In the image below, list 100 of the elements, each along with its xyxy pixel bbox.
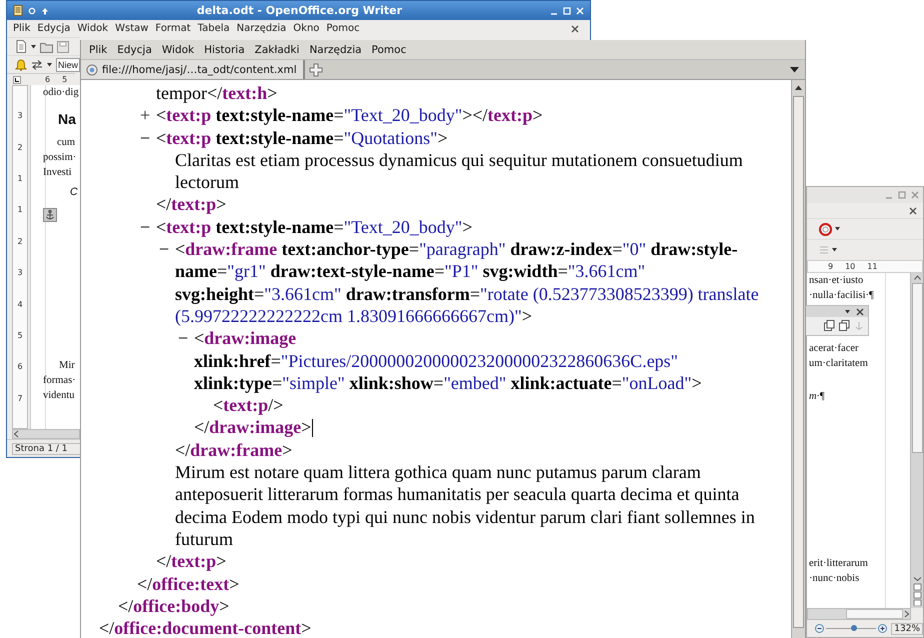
tab-stop-icon[interactable]: [13, 76, 21, 84]
ruler-number: 3: [17, 268, 23, 278]
document-text-line: Mir: [58, 359, 75, 373]
xml-closing-tag: </office:text>: [137, 572, 240, 595]
xml-closing-tag: </office:body>: [118, 594, 230, 618]
ruler-number: 5: [17, 330, 23, 340]
document-text-line: nsan·et·iusto: [809, 274, 864, 288]
lifebuoy-icon[interactable]: [819, 222, 832, 236]
xml-closing-tag: </office:document-content>: [99, 617, 312, 638]
document-icon[interactable]: [13, 5, 23, 16]
xml-tag: <draw:frame text:anchor-type="paragraph" draw:z-index="0" draw:style-name="gr1" draw:text-style-name="P1" svg:width="3.661cm" svg:height="3.661cm" draw:transform="rotate (0.523773308523399) translate (5.99722222222222cm 1.83091666666667cm)">: [175, 238, 779, 328]
browser-tab[interactable]: file:///home/jasj/…ta_odt/content.xml: [81, 60, 305, 79]
document-text-line: erit·litterarum: [809, 557, 868, 571]
xml-tag: <text:p text:style-name="Quotations">: [156, 126, 779, 149]
ruler-number: 1: [17, 205, 23, 214]
ruler-number: 6: [45, 74, 50, 84]
xml-closing-tag: </text:p>: [156, 550, 226, 573]
caret-icon[interactable]: [835, 227, 840, 231]
xml-closing-tag: </text:p>: [156, 193, 226, 216]
xml-tag: <text:p text:style-name="Text_20_body"></text:p>: [156, 104, 779, 127]
send-backward-icon[interactable]: [839, 320, 850, 331]
ruler-number: 11: [867, 262, 878, 272]
document-text-line: m·¶: [809, 390, 825, 404]
ruler-number: 2: [17, 236, 23, 246]
document-text-line: ·nulla·facilisi·¶: [809, 289, 874, 303]
menu-item[interactable]: Wstaw: [112, 23, 152, 34]
maximize-icon[interactable]: [898, 191, 906, 199]
up-arrow-icon[interactable]: [41, 6, 49, 14]
page-navigation-icon[interactable]: [912, 576, 922, 606]
new-document-icon[interactable]: [15, 40, 27, 53]
menu-item[interactable]: Edycja: [34, 23, 74, 34]
caret-icon[interactable]: [845, 310, 850, 314]
ruler-number: 7: [17, 394, 23, 403]
close-icon[interactable]: [856, 308, 864, 316]
zoom-level: 132%: [891, 622, 923, 634]
document-text-line: formas·: [43, 374, 76, 388]
collapse-toggle[interactable]: −: [140, 126, 156, 149]
menu-item[interactable]: Tabela: [194, 23, 233, 34]
caret-icon[interactable]: [832, 248, 837, 252]
caret-icon[interactable]: [47, 62, 52, 66]
menu-item[interactable]: Plik: [10, 23, 34, 34]
up-arrow-icon[interactable]: [795, 85, 802, 90]
horizontal-scrollbar[interactable]: [807, 608, 911, 620]
menu-item[interactable]: Plik: [84, 44, 112, 56]
document-text-line: um·claritatem: [809, 357, 868, 371]
menu-item[interactable]: Zakładki: [250, 44, 304, 56]
xml-line: <text:p/>: [213, 394, 284, 416]
ruler-number: 2: [17, 142, 23, 152]
xml-tag: <draw:image xlink:href="Pictures/2000000200000232000002322860636C.eps" xlink:type="simple" xlink:show="embed" xlink:actuate="onLoad">: [194, 327, 779, 394]
collapse-toggle[interactable]: −: [140, 216, 156, 238]
menu-item[interactable]: Format: [152, 23, 194, 34]
menu-item[interactable]: Pomoc: [366, 44, 412, 56]
circle-icon[interactable]: [28, 6, 36, 14]
menu-item[interactable]: Edycja: [112, 44, 157, 56]
collapse-toggle[interactable]: −: [159, 238, 175, 328]
paragraph-style-field[interactable]: Niew: [56, 58, 80, 72]
horizontal-scrollbar[interactable]: [12, 429, 80, 439]
zoom-out-icon[interactable]: [815, 624, 824, 633]
zoom-in-icon[interactable]: [878, 624, 888, 633]
menu-item[interactable]: Historia: [199, 44, 250, 56]
bell-icon[interactable]: [15, 58, 27, 70]
ruler-number: 6: [17, 362, 23, 372]
document-text-line: Investi: [43, 166, 72, 180]
xml-text: Mirum est notare quam littera gothica quam nunc putamus parum claram anteposuerit litterarum formas humanitatis per seacula quarta decima et quinta decima Eodem modo typi qui nunc nobis videntur parum clari fiant sollemnes in futurum: [175, 461, 756, 550]
menu-item[interactable]: Narzędzia: [304, 44, 367, 56]
slider-thumb[interactable]: [850, 625, 857, 631]
document-text-line: C: [70, 185, 78, 200]
window-title: delta.odt - OpenOffice.org Writer: [196, 4, 404, 17]
document-text-line: cum: [56, 136, 76, 150]
folder-icon[interactable]: [40, 40, 53, 52]
tab-list-caret-icon[interactable]: [790, 66, 799, 72]
ruler-number: 9: [828, 262, 834, 272]
caret-icon[interactable]: [31, 44, 36, 48]
close-icon[interactable]: [571, 24, 579, 32]
document-text-line: ·nunc·nobis: [809, 572, 860, 586]
menu-item[interactable]: Okno: [290, 23, 322, 34]
collapse-toggle[interactable]: −: [178, 327, 194, 394]
tab-label: file:///home/jasj/…ta_odt/content.xml: [102, 64, 297, 76]
document-text-line: odio·dig: [43, 86, 79, 100]
arrows-icon[interactable]: [31, 60, 43, 70]
xml-line: tempor</text:h>: [156, 82, 278, 104]
menu-item[interactable]: Narzędzia: [234, 23, 290, 34]
bring-forward-icon[interactable]: [824, 320, 835, 331]
close-icon[interactable]: [909, 206, 917, 214]
ruler-number: 10: [845, 262, 856, 272]
xml-tag: <text:p text:style-name="Text_20_body">: [156, 216, 779, 238]
menu-item[interactable]: Pomoc: [323, 23, 363, 34]
ruler-number: 5: [62, 74, 68, 84]
new-tab-icon[interactable]: [308, 62, 323, 76]
page-count: Strona 1 / 1: [12, 442, 81, 454]
page-icon: [86, 64, 98, 76]
ruler-number: 3: [17, 111, 23, 120]
expand-toggle[interactable]: +: [140, 104, 156, 127]
ruler-number: 4: [17, 300, 23, 309]
menu-item[interactable]: Widok: [156, 44, 200, 56]
vertical-scrollbar[interactable]: [910, 273, 923, 608]
menu-item[interactable]: Widok: [74, 23, 112, 34]
xml-closing-tag: </draw:frame>: [175, 438, 292, 462]
document-text-line: acerat·facer: [809, 342, 859, 356]
vertical-scrollbar[interactable]: [791, 80, 805, 638]
